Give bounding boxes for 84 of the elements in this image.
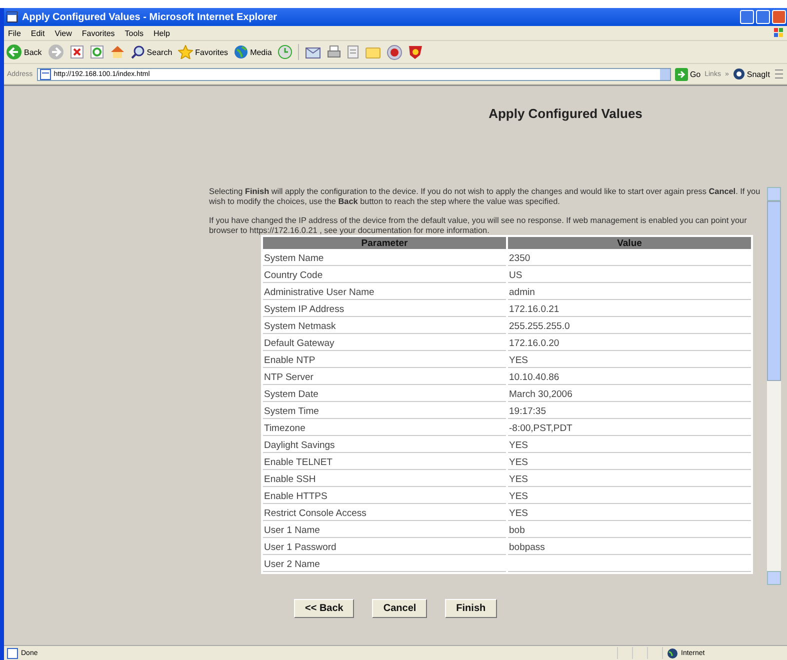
go-button[interactable]: Go [674, 68, 701, 80]
column-header: Value [508, 237, 751, 249]
page-icon [40, 68, 51, 80]
shield-badge-icon[interactable] [408, 44, 423, 60]
history-icon[interactable] [278, 45, 292, 59]
table-cell: Default Gateway [263, 336, 506, 351]
table-cell: YES [508, 455, 751, 470]
folder-icon[interactable] [364, 45, 381, 59]
vertical-scrollbar[interactable] [767, 187, 781, 585]
toolbar-grip-icon[interactable] [774, 68, 784, 80]
mail-icon[interactable] [304, 45, 321, 59]
page-button[interactable]: Finish [445, 599, 497, 618]
table-cell: Administrative User Name [263, 285, 506, 300]
column-header: Parameter [263, 237, 506, 249]
table-cell: March 30,2006 [508, 387, 751, 402]
back-button[interactable]: Back [6, 44, 42, 60]
globe-icon [667, 648, 678, 658]
table-cell: -8:00,PST,PDT [508, 421, 751, 436]
table-cell: YES [508, 353, 751, 368]
document-icon[interactable] [346, 45, 359, 59]
star-icon [178, 45, 194, 59]
table-cell: User 1 Password [263, 540, 506, 555]
page-button[interactable]: << Back [294, 599, 354, 618]
menu-item[interactable]: Tools [124, 28, 144, 38]
printer-icon[interactable] [326, 45, 341, 59]
snagit-button[interactable]: SnagIt [732, 68, 770, 80]
forward-arrow-icon[interactable] [48, 44, 64, 60]
table-cell: NTP Server [263, 370, 506, 385]
refresh-icon[interactable] [90, 45, 104, 59]
capture-icon [732, 68, 745, 80]
table-cell: 172.16.0.20 [508, 336, 751, 351]
globe-icon [234, 45, 248, 59]
table-cell: Timezone [263, 421, 506, 436]
paragraph: Selecting Finish will apply the configuration to the device. If you do not wish to apply the changes and would like to start over again press Cancel. If you wish to modify the choices, use the Back button to reach the step where the value was specified. [209, 187, 761, 206]
minimize-button[interactable] [740, 10, 754, 24]
table-cell: 19:17:35 [508, 404, 751, 419]
go-arrow-icon [674, 68, 688, 80]
table-cell: YES [508, 438, 751, 453]
table-cell: Daylight Savings [263, 438, 506, 453]
media-button[interactable]: Media [234, 45, 272, 59]
table-cell: 172.16.0.21 [508, 302, 751, 317]
table-cell: System IP Address [263, 302, 506, 317]
menu-item[interactable]: File [8, 28, 21, 38]
table-cell: Enable SSH [263, 472, 506, 487]
table-cell: YES [508, 506, 751, 521]
page-button[interactable]: Cancel [372, 599, 428, 618]
menu-item[interactable]: Edit [30, 28, 45, 38]
table-cell: 10.10.40.86 [508, 370, 751, 385]
scroll-thumb[interactable] [767, 201, 781, 381]
table-cell: Country Code [263, 268, 506, 283]
favorites-button[interactable]: Favorites [178, 45, 228, 59]
table-cell: bob [508, 523, 751, 538]
menu-item[interactable]: View [54, 28, 72, 38]
table-cell: System Date [263, 387, 506, 402]
menu-item[interactable]: Favorites [82, 28, 115, 38]
back-arrow-icon [6, 44, 22, 60]
table-cell: Enable HTTPS [263, 489, 506, 504]
table-cell: System Time [263, 404, 506, 419]
menu-item[interactable]: Help [153, 28, 170, 38]
page-done-icon [7, 648, 18, 658]
windows-logo-icon [774, 28, 784, 38]
table-cell: 255.255.255.0 [508, 319, 751, 334]
search-icon [130, 45, 145, 59]
table-cell: YES [508, 472, 751, 487]
table-cell: YES [508, 489, 751, 504]
table-cell: System Name [263, 251, 506, 266]
table-cell: 2350 [508, 251, 751, 266]
table-cell: User 2 Name [263, 557, 506, 572]
paragraph: If you have changed the IP address of the device from the default value, you will see no response. If web management is enabled you can point your browser to https://172.16.0.21 , see your documentation for more information. [209, 216, 748, 235]
close-button[interactable] [772, 10, 786, 24]
table-cell: Enable NTP [263, 353, 506, 368]
table-cell: bobpass [508, 540, 751, 555]
table-cell: US [508, 268, 751, 283]
table-cell: Restrict Console Access [263, 506, 506, 521]
stop-icon[interactable] [70, 45, 84, 59]
home-icon[interactable] [110, 45, 125, 59]
table-cell: Enable TELNET [263, 455, 506, 470]
page-heading: Apply Configured Values [488, 105, 644, 121]
table-cell: admin [508, 285, 751, 300]
window-title: Apply Configured Values - Microsoft Internet Explorer [22, 12, 278, 22]
browser-icon [6, 11, 18, 23]
table-cell: System Netmask [263, 319, 506, 334]
search-button[interactable]: Search [130, 45, 172, 59]
maximize-button[interactable] [756, 10, 770, 24]
